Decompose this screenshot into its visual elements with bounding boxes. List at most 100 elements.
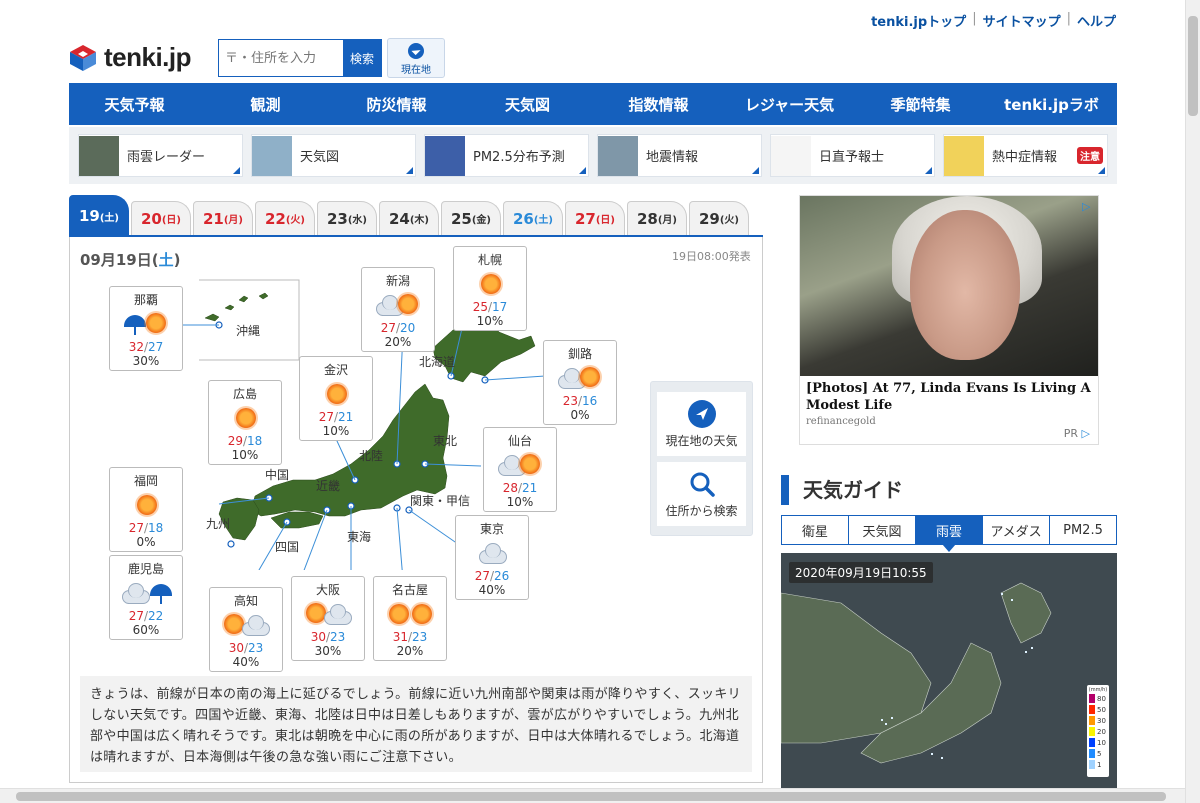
- subnav-card[interactable]: 日直予報士: [770, 134, 935, 177]
- region-shikoku[interactable]: 四国: [275, 538, 299, 555]
- corner-arrow-icon: [925, 167, 932, 174]
- city-forecast-niigata[interactable]: 新潟 27/20 20%: [361, 267, 435, 352]
- city-name: 福岡: [133, 474, 158, 488]
- region-tokai[interactable]: 東海: [347, 528, 371, 545]
- corner-arrow-icon: [233, 167, 240, 174]
- city-forecast-osaka[interactable]: 大阪 30/23 30%: [291, 576, 365, 661]
- adchoices-icon: ▷: [1081, 427, 1090, 440]
- address-search-input[interactable]: [219, 40, 343, 76]
- help-link[interactable]: ヘルプ: [1077, 11, 1116, 30]
- main-nav-item[interactable]: 季節特集: [855, 83, 986, 125]
- legend-value: 10: [1097, 738, 1106, 747]
- date-tab[interactable]: 19 (土): [69, 195, 129, 236]
- date-tab-dow: (火): [285, 215, 305, 226]
- region-hokuriku[interactable]: 北陸: [359, 447, 383, 464]
- high-temp: 32: [128, 340, 144, 354]
- guide-tab[interactable]: PM2.5: [1050, 516, 1116, 544]
- city-forecast-kochi[interactable]: 高知 30/23 40%: [209, 587, 283, 672]
- main-nav-item[interactable]: 天気図: [462, 83, 593, 125]
- date-tab[interactable]: 29 (火): [689, 201, 749, 235]
- horizontal-scrollbar[interactable]: [0, 788, 1185, 803]
- date-text: 09月19日(: [80, 251, 159, 269]
- city-forecast-fukuoka[interactable]: 福岡 27/18 0%: [109, 467, 183, 552]
- advertisement[interactable]: ▷ [Photos] At 77, Linda Evans Is Living …: [799, 195, 1099, 445]
- subnav-label: 地震情報: [646, 150, 699, 165]
- subnav-card[interactable]: 天気図: [251, 134, 416, 177]
- weather-icon: [456, 538, 528, 568]
- subnav-card[interactable]: 熱中症情報 注意: [943, 134, 1108, 177]
- date-tab[interactable]: 26 (土): [503, 201, 563, 235]
- city-name: 広島: [232, 387, 257, 401]
- cloud-icon: [242, 615, 270, 636]
- city-forecast-kagoshima[interactable]: 鹿児島 27/22 60%: [109, 555, 183, 640]
- weather-icon: [209, 403, 281, 433]
- sun-icon: [146, 313, 166, 333]
- date-tab-day: 27: [574, 209, 596, 228]
- city-forecast-hiroshima[interactable]: 広島 29/18 10%: [208, 380, 282, 465]
- adchoices-icon[interactable]: ▷: [1082, 200, 1094, 213]
- city-forecast-naha[interactable]: 那覇 32/27 30%: [109, 286, 183, 371]
- city-forecast-nagoya[interactable]: 名古屋 31/23 20%: [373, 576, 447, 661]
- legend-swatch: [1089, 738, 1095, 747]
- main-nav-item[interactable]: 指数情報: [593, 83, 724, 125]
- top-links: tenki.jpトップ | サイトマップ | ヘルプ: [871, 11, 1116, 30]
- sun-icon: [580, 367, 600, 387]
- city-name: 高知: [233, 594, 258, 608]
- date-tab[interactable]: 24 (木): [379, 201, 439, 235]
- city-forecast-kanazawa[interactable]: 金沢 27/21 10%: [299, 356, 373, 441]
- region-kanto[interactable]: 関東・甲信: [410, 492, 470, 509]
- guide-tab[interactable]: アメダス: [983, 516, 1050, 544]
- current-location-button[interactable]: 現在地: [387, 38, 445, 78]
- sun-icon: [327, 384, 347, 404]
- main-nav-item[interactable]: tenki.jpラボ: [986, 83, 1117, 125]
- subnav-card[interactable]: 地震情報: [597, 134, 762, 177]
- sitemap-link[interactable]: サイトマップ: [983, 11, 1061, 30]
- city-name: 釧路: [567, 347, 592, 361]
- date-tab[interactable]: 21 (月): [193, 201, 253, 235]
- city-forecast-tokyo[interactable]: 東京 27/26 40%: [455, 515, 529, 600]
- search-button[interactable]: 検索: [343, 40, 381, 76]
- region-chugoku[interactable]: 中国: [265, 466, 289, 483]
- main-nav-item[interactable]: 観測: [200, 83, 331, 125]
- city-name: 金沢: [323, 363, 348, 377]
- guide-tab[interactable]: 天気図: [849, 516, 916, 544]
- main-nav-item[interactable]: 防災情報: [331, 83, 462, 125]
- vertical-scrollbar[interactable]: [1185, 0, 1200, 803]
- date-tab[interactable]: 22 (火): [255, 201, 315, 235]
- date-tab[interactable]: 25 (金): [441, 201, 501, 235]
- legend-swatch: [1089, 716, 1095, 725]
- low-temp: 21: [338, 410, 354, 424]
- date-tabs: 19 (土) 20 (日) 21 (月) 22 (火) 23 (水) 24 (木) 25 (金) 26 (土)…: [69, 195, 763, 237]
- subnav-label: PM2.5分布予測: [473, 150, 565, 165]
- region-kyushu[interactable]: 九州: [206, 515, 230, 532]
- tenki-top-link[interactable]: tenki.jpトップ: [871, 11, 966, 30]
- high-temp: 23: [562, 394, 578, 408]
- region-tohoku[interactable]: 東北: [433, 432, 457, 449]
- date-tab[interactable]: 20 (日): [131, 201, 191, 235]
- legend-row: 30: [1087, 715, 1109, 726]
- subnav-card[interactable]: 雨雲レーダー: [78, 134, 243, 177]
- site-logo[interactable]: tenki.jp: [68, 42, 192, 73]
- address-search-button[interactable]: 住所から検索: [657, 462, 746, 526]
- ad-photo[interactable]: [800, 196, 1098, 376]
- precip-chance: 20%: [396, 644, 424, 658]
- guide-tab[interactable]: 衛星: [782, 516, 849, 544]
- rain-radar-map[interactable]: 2020年09月19日10:55 (mm/h) 80 50 30 20 10 5 1: [781, 553, 1117, 788]
- subnav-card[interactable]: PM2.5分布予測: [424, 134, 589, 177]
- temperature: 27/20: [362, 321, 434, 335]
- corner-arrow-icon: [752, 167, 759, 174]
- date-tab[interactable]: 23 (水): [317, 201, 377, 235]
- current-weather-button[interactable]: 現在地の天気: [657, 392, 746, 456]
- region-hokkaido[interactable]: 北海道: [419, 353, 455, 370]
- city-forecast-sendai[interactable]: 仙台 28/21 10%: [483, 427, 557, 512]
- region-okinawa[interactable]: 沖縄: [236, 322, 260, 339]
- guide-tab[interactable]: 雨雲: [916, 516, 983, 552]
- main-nav-item[interactable]: 天気予報: [69, 83, 200, 125]
- date-tab[interactable]: 27 (日): [565, 201, 625, 235]
- ad-title[interactable]: [Photos] At 77, Linda Evans Is Living A …: [800, 376, 1098, 414]
- date-tab[interactable]: 28 (月): [627, 201, 687, 235]
- main-nav-item[interactable]: レジャー天気: [724, 83, 855, 125]
- city-forecast-kushiro[interactable]: 釧路 23/16 0%: [543, 340, 617, 425]
- region-kinki[interactable]: 近畿: [316, 477, 340, 494]
- city-forecast-sapporo[interactable]: 札幌 25/17 10%: [453, 246, 527, 331]
